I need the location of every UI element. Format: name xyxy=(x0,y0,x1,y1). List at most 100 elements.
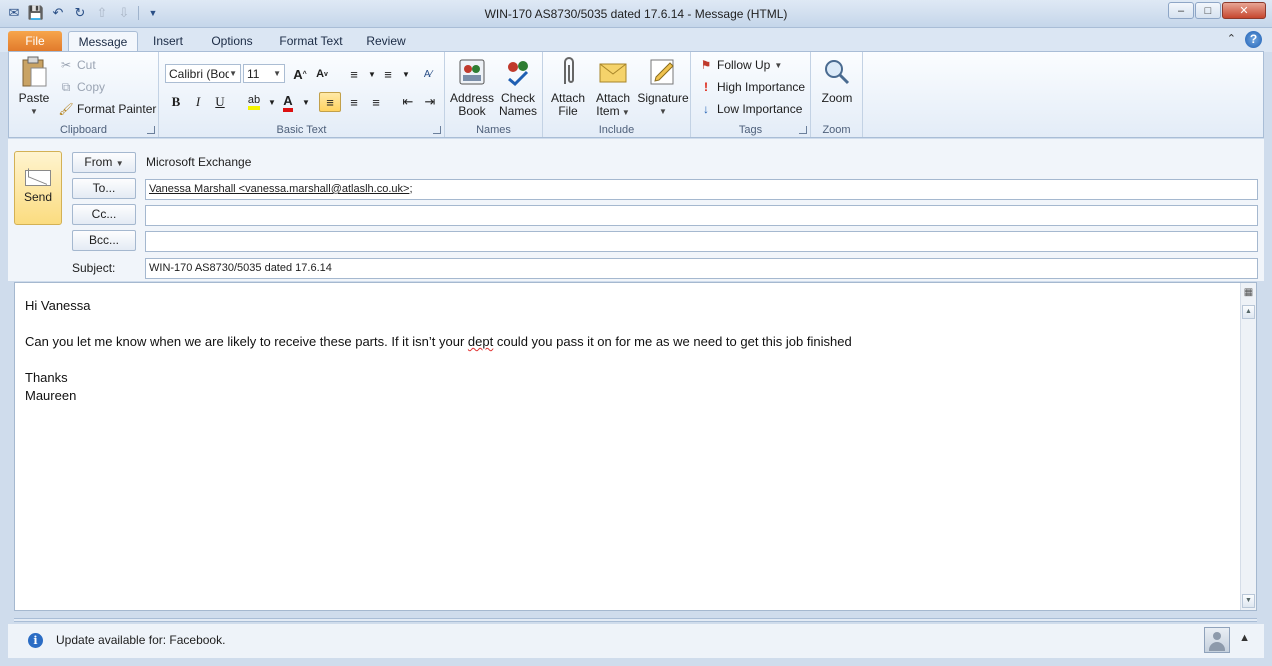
format-painter-button[interactable]: 🖌 Format Painter xyxy=(58,102,157,116)
check-names-button[interactable]: Check Names xyxy=(495,56,541,118)
zoom-label: Zoom xyxy=(821,91,853,105)
tags-launcher-icon[interactable] xyxy=(799,126,807,134)
paste-icon xyxy=(18,56,50,88)
high-importance-label: High Importance xyxy=(717,80,806,94)
zoom-group-label: Zoom xyxy=(822,124,851,136)
align-right-icon[interactable]: ≡ xyxy=(365,92,387,112)
copy-icon: ⧉ xyxy=(61,79,71,94)
body-spacer xyxy=(25,315,852,333)
italic-button[interactable]: I xyxy=(187,92,209,112)
cc-field[interactable] xyxy=(145,205,1258,226)
to-recipient[interactable]: Vanessa Marshall <vanessa.marshall@atlas… xyxy=(149,183,409,195)
maximize-button[interactable]: □ xyxy=(1195,2,1221,19)
tags-group-label: Tags xyxy=(738,124,763,136)
body-spacer xyxy=(25,351,852,369)
align-center-icon[interactable]: ≡ xyxy=(343,92,365,112)
shrink-font-icon[interactable]: Av xyxy=(311,64,333,84)
paste-button[interactable]: Paste ▼ xyxy=(15,56,53,118)
minimize-ribbon-icon[interactable]: ⌃ xyxy=(1227,32,1236,45)
message-body[interactable]: Hi Vanessa Can you let me know when we a… xyxy=(14,282,1257,611)
font-size-combo[interactable]: 11 ▼ xyxy=(243,64,285,83)
clipboard-group-label: Clipboard xyxy=(59,124,108,136)
include-group-label: Include xyxy=(598,124,635,136)
signature-label: Signature xyxy=(637,91,689,105)
from-value: Microsoft Exchange xyxy=(146,155,252,169)
copy-button[interactable]: ⧉ Copy xyxy=(59,79,106,95)
format-painter-label: Format Painter xyxy=(77,102,157,116)
envelope-icon xyxy=(597,56,629,88)
increase-indent-icon[interactable]: ⇥ xyxy=(419,92,441,112)
clear-formatting-icon[interactable]: A∕ xyxy=(417,64,439,84)
bcc-field[interactable] xyxy=(145,231,1258,252)
ribbon: Paste ▼ ✂ Cut ⧉ Copy 🖌 Format Painter Clipbo… xyxy=(8,51,1264,138)
cut-button[interactable]: ✂ Cut xyxy=(59,58,96,72)
tab-file[interactable]: File xyxy=(8,31,62,52)
chevron-down-icon: ▼ xyxy=(659,107,667,116)
bold-button[interactable]: B xyxy=(165,92,187,112)
copy-label: Copy xyxy=(77,80,106,94)
from-button[interactable]: From ▼ xyxy=(72,152,136,173)
address-book-button[interactable]: Address Book xyxy=(449,56,495,118)
high-importance-button[interactable]: ! High Importance xyxy=(699,80,805,94)
basic-text-launcher-icon[interactable] xyxy=(433,126,441,134)
low-importance-label: Low Importance xyxy=(717,102,803,116)
underline-button[interactable]: U xyxy=(209,92,231,112)
body-signature: Maureen xyxy=(25,388,77,403)
pane-splitter[interactable] xyxy=(14,618,1257,622)
font-name-combo[interactable]: Calibri (Body)▼ xyxy=(165,64,241,83)
numbering-dropdown-icon[interactable]: ▼ xyxy=(395,64,417,84)
tab-insert[interactable]: Insert xyxy=(146,31,190,52)
scroll-down-icon[interactable]: ▼ xyxy=(1242,594,1255,608)
follow-up-label: Follow Up xyxy=(717,58,771,72)
font-color-dropdown-icon[interactable]: ▼ xyxy=(295,92,317,112)
close-button[interactable]: ✕ xyxy=(1222,2,1266,19)
check-names-icon xyxy=(502,56,534,88)
message-header: Send From ▼ Microsoft Exchange To... Van… xyxy=(8,139,1264,281)
tab-review[interactable]: Review xyxy=(362,31,410,52)
scroll-up-icon[interactable]: ▲ xyxy=(1242,305,1255,319)
subject-field[interactable]: WIN-170 AS8730/5035 dated 17.6.14 xyxy=(145,258,1258,279)
names-group-label: Names xyxy=(476,124,511,136)
vertical-scrollbar[interactable]: ▦ ▲ ▼ xyxy=(1240,283,1256,610)
signature-button[interactable]: Signature ▼ xyxy=(637,56,689,118)
body-thanks: Thanks xyxy=(25,370,68,385)
to-button[interactable]: To... xyxy=(72,178,136,199)
body-text[interactable]: Hi Vanessa Can you let me know when we a… xyxy=(25,297,852,405)
update-notice[interactable]: Update available for: Facebook. xyxy=(56,633,225,647)
title-bar: ✉ 💾 ↶ ↻ ⇧ ⇩ ▼ WIN-170 AS8730/5035 dated … xyxy=(0,0,1272,28)
zoom-button[interactable]: Zoom xyxy=(815,56,859,105)
scissors-icon: ✂ xyxy=(60,58,72,72)
decrease-indent-icon[interactable]: ⇤ xyxy=(397,92,419,112)
avatar[interactable] xyxy=(1204,627,1230,653)
basic-text-group-label: Basic Text xyxy=(276,124,327,136)
address-book-label-2: Book xyxy=(458,104,486,118)
chevron-down-icon: ▼ xyxy=(273,69,281,78)
cut-label: Cut xyxy=(77,58,96,72)
tab-format-text[interactable]: Format Text xyxy=(274,31,348,52)
expand-people-pane-icon[interactable]: ▲ xyxy=(1239,632,1250,644)
grow-font-icon[interactable]: A ^ xyxy=(289,64,311,84)
include-group: Attach File Attach Item ▼ Signature ▼ In… xyxy=(543,52,691,137)
flag-icon: ⚑ xyxy=(700,58,712,72)
subject-label: Subject: xyxy=(72,261,116,275)
low-importance-button[interactable]: ↓ Low Importance xyxy=(699,102,802,116)
window-title: WIN-170 AS8730/5035 dated 17.6.14 - Mess… xyxy=(484,7,788,21)
view-ruler-icon[interactable]: ▦ xyxy=(1242,287,1255,300)
tab-message[interactable]: Message xyxy=(68,31,138,52)
help-icon[interactable]: ? xyxy=(1245,31,1262,48)
attach-item-button[interactable]: Attach Item ▼ xyxy=(591,56,635,119)
clipboard-launcher-icon[interactable] xyxy=(147,126,155,134)
minimize-button[interactable]: – xyxy=(1168,2,1194,19)
attach-file-button[interactable]: Attach File xyxy=(547,56,589,118)
align-left-icon[interactable]: ≡ xyxy=(319,92,341,112)
send-button[interactable]: Send xyxy=(14,151,62,225)
info-icon: i xyxy=(28,633,43,648)
tab-options[interactable]: Options xyxy=(204,31,260,52)
to-field[interactable]: Vanessa Marshall <vanessa.marshall@atlas… xyxy=(145,179,1258,200)
misspelled-word[interactable]: dept xyxy=(468,334,493,349)
send-envelope-icon xyxy=(25,170,51,186)
attach-file-label-2: File xyxy=(558,104,578,118)
follow-up-button[interactable]: ⚑ Follow Up ▼ xyxy=(699,58,783,72)
bcc-button[interactable]: Bcc... xyxy=(72,230,136,251)
cc-button[interactable]: Cc... xyxy=(72,204,136,225)
